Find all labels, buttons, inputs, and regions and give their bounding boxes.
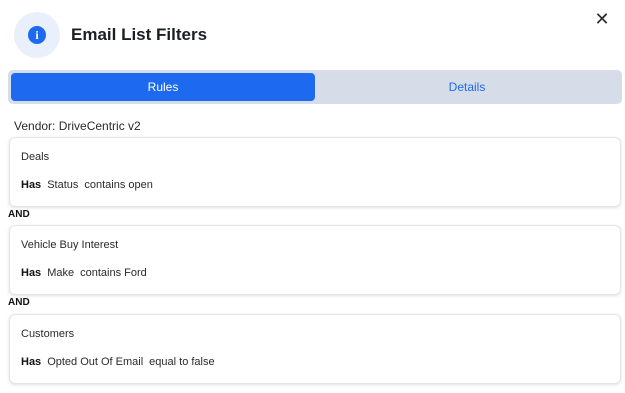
tab-rules[interactable]: Rules xyxy=(11,73,315,101)
rule-expression: Has Opted Out Of Email equal to false xyxy=(21,356,215,368)
info-icon-badge: i xyxy=(14,12,60,58)
rule-field: Make xyxy=(47,267,75,279)
rule-has-keyword: Has xyxy=(21,267,42,279)
and-connector: AND xyxy=(8,209,30,220)
vendor-label: Vendor: DriveCentric v2 xyxy=(14,119,141,133)
rule-category: Deals xyxy=(21,151,50,163)
close-icon[interactable]: ✕ xyxy=(593,10,611,28)
tab-bar: Rules Details xyxy=(8,70,622,104)
dialog-title: Email List Filters xyxy=(71,25,208,44)
and-connector: AND xyxy=(8,297,30,308)
info-icon: i xyxy=(28,26,46,44)
dialog-header: i Email List Filters ✕ xyxy=(14,10,611,58)
rule-field: Opted Out Of Email xyxy=(47,356,144,368)
rule-has-keyword: Has xyxy=(21,179,42,191)
rule-condition: equal to false xyxy=(149,356,215,368)
rule-category: Vehicle Buy Interest xyxy=(21,239,119,251)
tab-details[interactable]: Details xyxy=(315,73,619,101)
rule-card: Vehicle Buy Interest Has Make contains For… xyxy=(9,225,621,295)
rule-card: Deals Has Status contains open xyxy=(9,137,621,207)
rule-category: Customers xyxy=(21,328,75,340)
rule-expression: Has Status contains open xyxy=(21,179,153,191)
rule-card: Customers Has Opted Out Of Email equal to … xyxy=(9,314,621,384)
rule-condition: contains Ford xyxy=(80,267,147,279)
rule-has-keyword: Has xyxy=(21,356,42,368)
rule-expression: Has Make contains Ford xyxy=(21,267,147,279)
rule-condition: contains open xyxy=(84,179,153,191)
rule-field: Status xyxy=(47,179,79,191)
